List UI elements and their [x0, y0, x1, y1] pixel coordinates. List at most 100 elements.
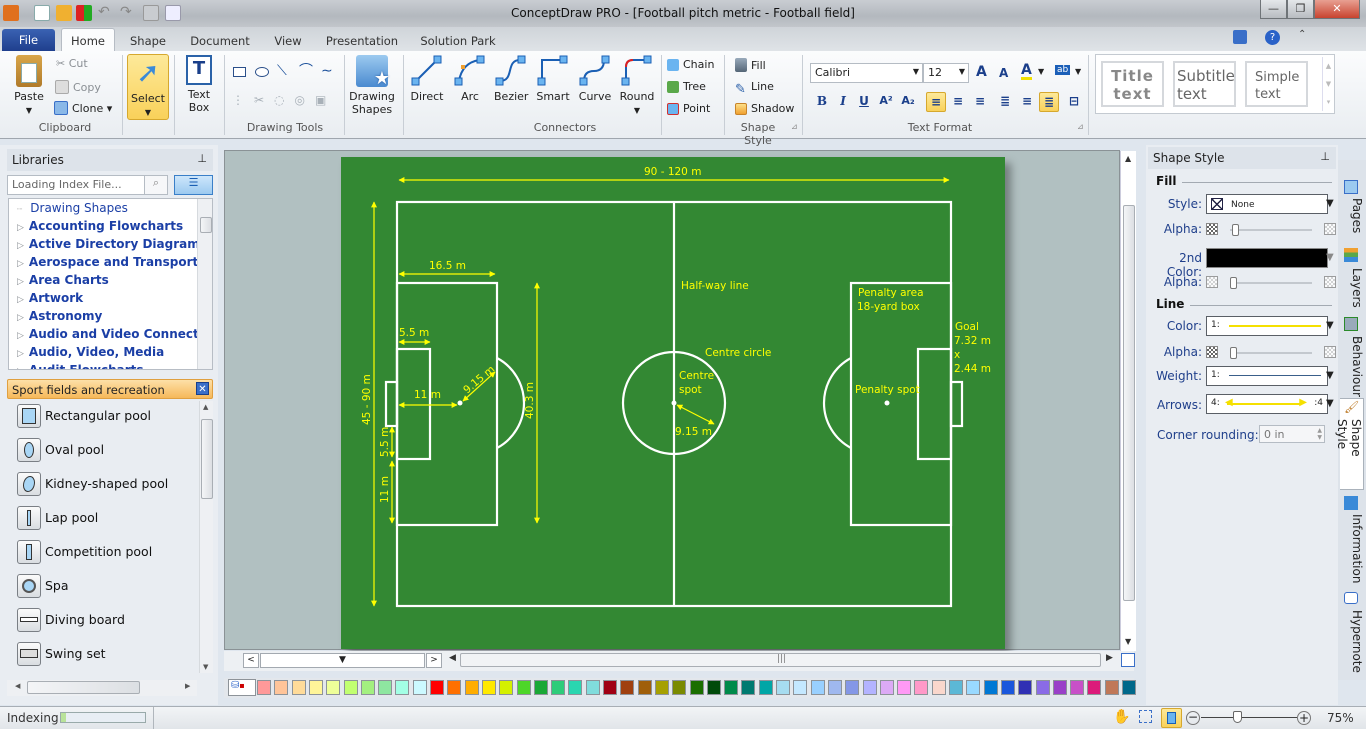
corner-rounding-input[interactable]: 0 in ▲ ▼	[1259, 425, 1325, 443]
canvas-horizontal-scrollbar[interactable]: |||	[460, 653, 1101, 667]
color-swatch[interactable]	[654, 680, 669, 695]
library-shape-item[interactable]: Diving board	[17, 607, 202, 635]
color-swatch[interactable]	[533, 680, 548, 695]
color-swatch[interactable]	[637, 680, 652, 695]
connector-bezier-button[interactable]: Bezier	[494, 55, 528, 103]
grow-font-icon[interactable]: A	[976, 64, 987, 80]
library-item[interactable]: ▷ Audio, Video, Media	[17, 345, 164, 359]
fit-to-page-icon[interactable]	[1121, 653, 1135, 667]
line-weight-select[interactable]: 1:	[1206, 366, 1328, 386]
scroll-thumb[interactable]	[201, 419, 213, 499]
color-swatch[interactable]	[810, 680, 825, 695]
right-goal[interactable]	[949, 380, 964, 428]
zoom-out-button[interactable]: −	[1186, 711, 1200, 725]
tree-button[interactable]: Tree	[667, 80, 706, 93]
canvas-vertical-scrollbar[interactable]: ▲ ▼	[1120, 151, 1136, 651]
align-left-button[interactable]: ≡	[926, 92, 946, 112]
library-shape-item[interactable]: Competition pool	[17, 539, 202, 567]
tab-home[interactable]: Home	[61, 28, 115, 52]
line-alpha-slider[interactable]	[1230, 347, 1312, 359]
color-swatch[interactable]	[343, 680, 358, 695]
connector-direct-button[interactable]: Direct	[410, 55, 444, 103]
align-center-button[interactable]: ≡	[948, 92, 968, 112]
style-simple-text[interactable]: Simple text	[1245, 61, 1308, 107]
scroll-thumb[interactable]	[1123, 205, 1135, 601]
copy-button[interactable]: Copy	[55, 80, 101, 94]
color-swatch[interactable]	[845, 680, 860, 695]
curve-tool-icon[interactable]: ∼	[321, 63, 337, 79]
connector-curve-button[interactable]: Curve	[578, 55, 612, 103]
collapse-ribbon-icon[interactable]: ⌃	[1298, 29, 1306, 40]
library-item[interactable]: ▷ Area Charts	[17, 273, 109, 287]
zoom-slider-handle[interactable]	[1233, 711, 1242, 723]
scroll-down-icon[interactable]: ▼	[203, 663, 208, 671]
library-item[interactable]: ▷ Aerospace and Transport	[17, 255, 198, 269]
shadow-button[interactable]: Shadow	[735, 102, 794, 115]
color-swatch[interactable]	[326, 680, 341, 695]
next-page-button[interactable]: >	[426, 653, 442, 668]
chain-button[interactable]: Chain	[667, 58, 714, 71]
slider-handle[interactable]	[1232, 224, 1239, 236]
help-icon[interactable]: ?	[1265, 30, 1280, 45]
left-goal-area[interactable]	[395, 347, 432, 461]
color-swatch[interactable]	[914, 680, 929, 695]
second-color-dropdown-arrow[interactable]: ▼	[1326, 252, 1334, 263]
superscript-button[interactable]: A²	[876, 92, 896, 112]
left-penalty-area[interactable]	[395, 281, 499, 527]
color-swatch[interactable]	[776, 680, 790, 695]
tab-shape[interactable]: Shape	[126, 31, 170, 51]
scroll-up-icon[interactable]: ▲	[203, 403, 208, 411]
library-shape-item[interactable]: Spa	[17, 573, 202, 601]
color-swatch[interactable]	[1018, 680, 1033, 695]
second-alpha-slider[interactable]	[1230, 277, 1312, 289]
library-item[interactable]: ▷ Active Directory Diagrams	[17, 237, 207, 251]
connector-smart-button[interactable]: Smart	[536, 55, 570, 103]
text-format-dialog-launcher[interactable]: ⊿	[1077, 122, 1084, 131]
gallery-scroll[interactable]: ▲ ▼ ▾	[1322, 57, 1334, 111]
library-tree-scrollbar[interactable]	[197, 199, 212, 369]
library-item[interactable]: ▷ Accounting Flowcharts	[17, 219, 183, 233]
fill-button[interactable]: Fill	[735, 58, 766, 72]
library-shape-item[interactable]: Lap pool	[17, 505, 202, 533]
color-swatch[interactable]	[395, 680, 410, 695]
left-penalty-arc[interactable]	[496, 357, 526, 449]
rectangle-tool-icon[interactable]	[233, 67, 246, 77]
maximize-button[interactable]: ❐	[1287, 0, 1314, 19]
color-swatch[interactable]	[983, 680, 998, 695]
library-item[interactable]: ┈ Drawing Shapes	[17, 201, 128, 215]
library-item[interactable]: ▷ Astronomy	[17, 309, 102, 323]
scroll-up-icon[interactable]: ▲	[1125, 154, 1131, 163]
slider-handle[interactable]	[1230, 277, 1237, 289]
highlight-dropdown[interactable]: ▼	[1075, 67, 1081, 76]
color-swatch[interactable]	[291, 680, 306, 695]
ellipse-tool-icon[interactable]	[255, 67, 269, 77]
right-penalty-spot[interactable]	[884, 400, 890, 406]
color-swatch[interactable]	[758, 680, 773, 695]
right-goal-area[interactable]	[916, 347, 953, 461]
bold-button[interactable]: B	[812, 92, 832, 112]
drawing-canvas[interactable]: 90 - 120 m 45 - 90 m 16.5 m 5.5 m 11 m 9…	[224, 150, 1136, 651]
fill-style-dropdown-arrow[interactable]: ▼	[1326, 198, 1334, 209]
select-button[interactable]: ➚ Select ▼	[127, 54, 169, 120]
tab-view[interactable]: View	[270, 31, 306, 51]
align-bottom-button[interactable]: ≣	[1039, 92, 1059, 112]
pin-icon[interactable]: ⊥	[197, 152, 207, 165]
align-middle-button[interactable]: ≡	[1017, 92, 1037, 112]
italic-button[interactable]: I	[833, 92, 853, 112]
centre-spot[interactable]	[671, 400, 677, 406]
tab-solution-park[interactable]: Solution Park	[417, 31, 499, 51]
scroll-right-icon[interactable]: ▶	[185, 682, 190, 690]
color-swatch[interactable]	[949, 680, 963, 695]
centre-radius-dimension[interactable]	[676, 404, 715, 425]
layout-options-icon[interactable]	[1233, 30, 1247, 44]
line-color-select[interactable]: 1:	[1206, 316, 1328, 336]
color-swatch[interactable]	[551, 680, 566, 695]
text-options-button[interactable]: ⊟	[1064, 92, 1084, 112]
color-swatch[interactable]	[257, 680, 271, 695]
color-swatch[interactable]	[308, 680, 323, 695]
library-shape-item[interactable]: Swing set	[17, 641, 202, 669]
color-swatch[interactable]	[620, 680, 635, 695]
font-color-icon[interactable]: A	[1021, 63, 1032, 80]
scroll-down-icon[interactable]: ▼	[1125, 637, 1131, 646]
color-swatch[interactable]	[793, 680, 808, 695]
